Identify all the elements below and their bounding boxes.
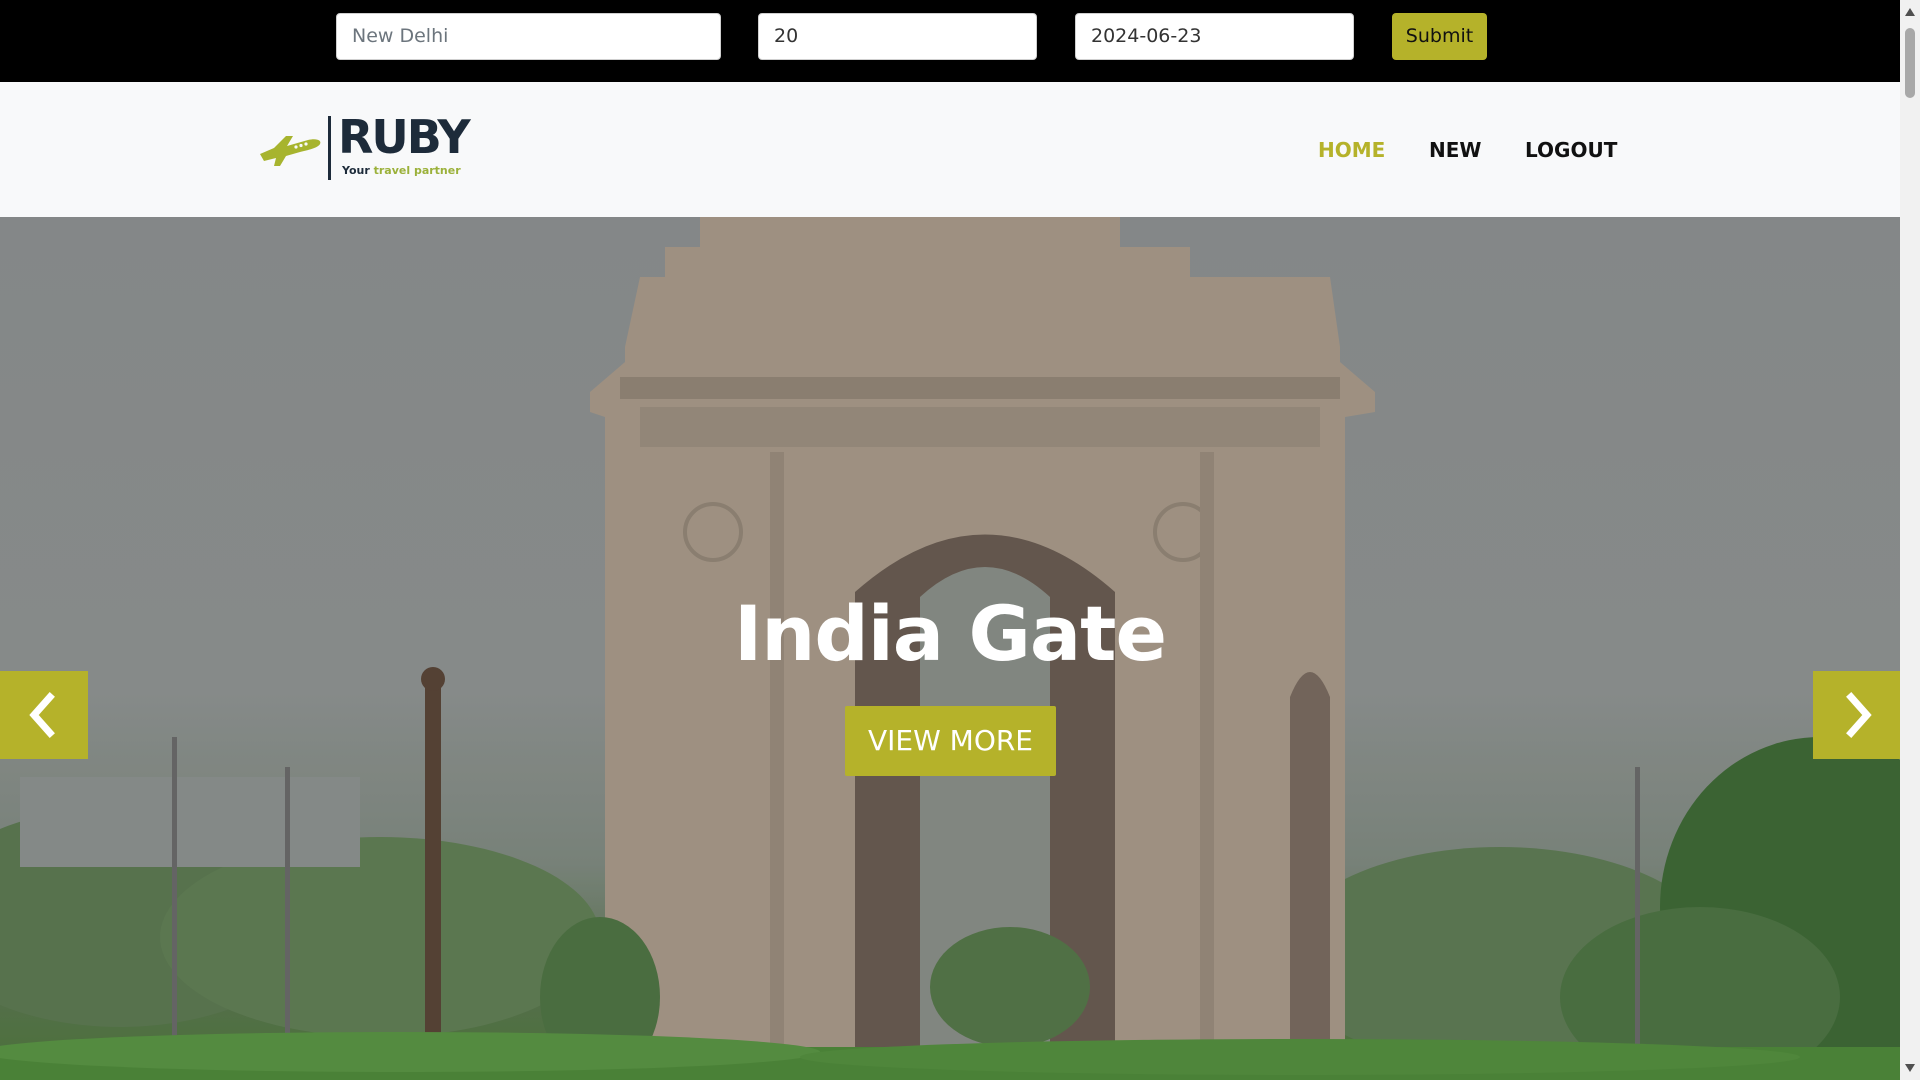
logo-tagline-prefix: Your <box>342 164 374 177</box>
carousel-next-button[interactable] <box>1813 671 1900 759</box>
search-bar: New Delhi 20 2024-06-23 Submit <box>0 0 1900 82</box>
nav-new[interactable]: NEW <box>1429 138 1481 162</box>
nav-logout[interactable]: LOGOUT <box>1525 138 1617 162</box>
scroll-thumb[interactable] <box>1905 28 1915 98</box>
logo-divider <box>328 116 331 180</box>
hero-carousel: India Gate VIEW MORE <box>0 217 1900 1080</box>
chevron-left-icon <box>29 692 55 738</box>
guests-input[interactable]: 20 <box>758 13 1037 60</box>
view-more-button[interactable]: VIEW MORE <box>845 706 1056 776</box>
page: New Delhi 20 2024-06-23 Submit RUBY Your… <box>0 0 1900 1080</box>
hero-title: India Gate <box>733 589 1167 678</box>
scroll-down-arrow-icon[interactable] <box>1905 1064 1915 1072</box>
carousel-prev-button[interactable] <box>0 671 88 759</box>
logo-name: RUBY <box>338 110 471 164</box>
airplane-icon <box>260 136 321 166</box>
logo-tagline-accent: travel partner <box>373 164 461 177</box>
chevron-right-icon <box>1846 692 1872 738</box>
destination-input[interactable]: New Delhi <box>336 13 721 60</box>
logo-tagline: Your travel partner <box>342 164 461 177</box>
date-input[interactable]: 2024-06-23 <box>1075 13 1354 60</box>
scroll-up-arrow-icon[interactable] <box>1905 8 1915 16</box>
nav-home[interactable]: HOME <box>1318 138 1385 162</box>
logo[interactable]: RUBY Your travel partner <box>256 110 471 186</box>
page-scrollbar[interactable] <box>1900 0 1920 1080</box>
submit-button[interactable]: Submit <box>1392 13 1487 60</box>
